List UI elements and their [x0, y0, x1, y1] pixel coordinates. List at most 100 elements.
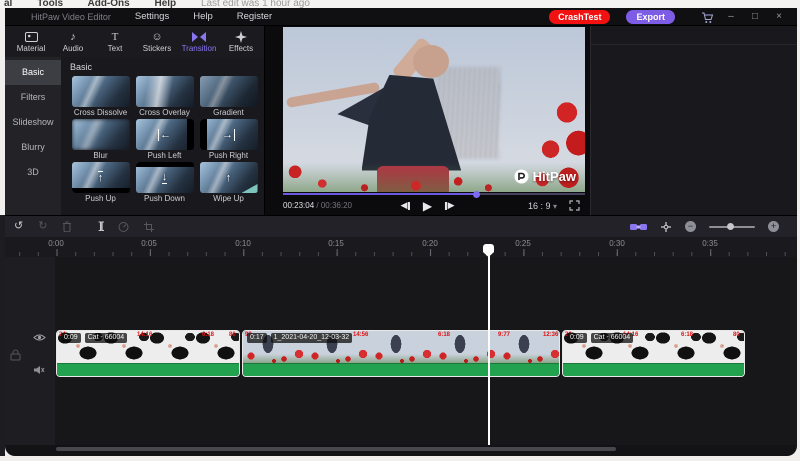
- zoom-slider-knob[interactable]: [727, 223, 734, 230]
- delete-button[interactable]: [62, 221, 72, 232]
- total-time: 00:36:20: [321, 201, 352, 210]
- ruler-label: 0:10: [223, 239, 263, 248]
- ruler-label: 0:20: [410, 239, 450, 248]
- transition-blur[interactable]: Blur: [70, 119, 131, 160]
- transition-push-right[interactable]: → Push Right: [198, 119, 259, 160]
- clip-duration-badge: 0:09: [567, 333, 587, 343]
- category-slideshow[interactable]: Slideshow: [5, 110, 61, 135]
- push-down-arrow-icon: ↓: [136, 162, 194, 193]
- burned-timecode: 80: [229, 332, 236, 339]
- transition-grid: Cross Dissolve Cross Overlay Gradient: [70, 76, 264, 203]
- push-right-arrow-icon: →: [200, 119, 258, 150]
- track-lock-toggle[interactable]: [10, 349, 21, 361]
- zoom-in-button[interactable]: +: [768, 221, 779, 232]
- burned-timecode: 6:18: [681, 332, 693, 339]
- category-basic[interactable]: Basic: [5, 60, 61, 85]
- audio-icon: ♪: [70, 30, 76, 43]
- crashtest-button[interactable]: CrashTest: [549, 10, 610, 24]
- app-title: HitPaw Video Editor: [31, 12, 111, 22]
- menu-register[interactable]: Register: [237, 11, 272, 22]
- zoom-out-button[interactable]: −: [685, 221, 696, 232]
- timeline-zoom-slider[interactable]: [709, 226, 755, 228]
- cart-icon[interactable]: [695, 9, 719, 24]
- close-button[interactable]: ×: [767, 8, 791, 26]
- aspect-ratio-selector[interactable]: 16 : 9 ▾: [528, 201, 557, 211]
- transition-mode-icon[interactable]: [630, 222, 647, 232]
- burned-timecode: 80: [733, 332, 740, 339]
- bg-menu-addons[interactable]: Add-Ons: [87, 0, 129, 8]
- maximize-button[interactable]: □: [743, 8, 767, 26]
- bg-menu-fragment: al: [4, 0, 12, 8]
- timeline-clip-cat-2[interactable]: 30 14:16 6:18 80 0:09 Cat - 66004: [562, 330, 745, 377]
- background-app-menubar: al Tools Add-Ons Help Last edit was 1 ho…: [0, 0, 800, 8]
- timeline-clip-poppy[interactable]: 99 14:56 6:18 9:77 12:36 0:17 1_2021-04-…: [242, 330, 560, 377]
- transition-push-down[interactable]: ↓ Push Down: [134, 162, 195, 203]
- clip-audio-waveform: [57, 363, 239, 376]
- transition-push-left[interactable]: ← Push Left: [134, 119, 195, 160]
- track-visibility-toggle[interactable]: [33, 333, 46, 342]
- stickers-icon: ☺: [151, 30, 162, 43]
- tab-audio[interactable]: ♪ Audio: [52, 26, 94, 57]
- fullscreen-button[interactable]: [569, 200, 580, 211]
- transition-cross-overlay[interactable]: Cross Overlay: [134, 76, 195, 117]
- video-frame: HitPaw: [283, 27, 585, 192]
- export-button[interactable]: Export: [626, 10, 675, 24]
- watermark: HitPaw: [514, 169, 576, 184]
- play-button[interactable]: ▶: [423, 199, 432, 213]
- speed-button[interactable]: [118, 221, 129, 232]
- timeline-clip-cat-1[interactable]: 24 14:16 6:18 80 0:09 Cat - 66004: [56, 330, 240, 377]
- bg-menu-help[interactable]: Help: [154, 0, 176, 8]
- menu-help[interactable]: Help: [193, 11, 213, 22]
- tab-transition[interactable]: Transition: [178, 26, 220, 57]
- next-frame-button[interactable]: ▶: [445, 200, 454, 211]
- minimize-button[interactable]: –: [719, 8, 743, 26]
- section-header: Basic: [70, 62, 264, 72]
- timeline-ruler[interactable]: 0:00 0:05 0:10 0:15 0:20 0:25 0:30 0:35: [5, 237, 797, 257]
- ruler-label: 0:25: [503, 239, 543, 248]
- main-area: Material ♪ Audio T Text ☺ Stickers: [5, 26, 797, 215]
- prev-frame-button[interactable]: ◀: [400, 200, 409, 211]
- category-3d[interactable]: 3D: [5, 160, 61, 185]
- tab-material[interactable]: Material: [10, 26, 52, 57]
- bg-menu-tools[interactable]: Tools: [37, 0, 63, 8]
- burned-timecode: 9:77: [498, 332, 510, 339]
- transition-wipe-up[interactable]: ↑ Wipe Up: [198, 162, 259, 203]
- tab-material-label: Material: [17, 44, 45, 53]
- clip-duration-badge: 0:09: [61, 333, 81, 343]
- menu-settings[interactable]: Settings: [135, 11, 169, 22]
- ruler-label: 0:05: [129, 239, 169, 248]
- left-panel: Material ♪ Audio T Text ☺ Stickers: [5, 26, 265, 215]
- crop-button[interactable]: [144, 222, 154, 232]
- tab-transition-label: Transition: [182, 44, 217, 53]
- caret-down-icon: ▾: [553, 202, 557, 211]
- hitpaw-logo-icon: [514, 169, 529, 184]
- category-filters[interactable]: Filters: [5, 85, 61, 110]
- burned-timecode: 14:16: [137, 332, 152, 339]
- track-mute-toggle[interactable]: [33, 365, 45, 375]
- tab-text[interactable]: T Text: [94, 26, 136, 57]
- clip-duration-badge: 0:17: [247, 333, 267, 343]
- transition-cross-dissolve[interactable]: Cross Dissolve: [70, 76, 131, 117]
- snap-icon[interactable]: [660, 221, 672, 233]
- clip-audio-waveform: [563, 363, 744, 376]
- timeline-view-controls: − +: [630, 221, 779, 233]
- current-time: 00:23:04: [283, 201, 314, 210]
- preview-seekbar[interactable]: [283, 193, 585, 195]
- tab-effects[interactable]: Effects: [220, 26, 262, 57]
- ruler-label: 0:00: [36, 239, 76, 248]
- screen: { "desktop": { "menu_fragment": "al", "m…: [0, 0, 800, 461]
- split-button[interactable]: ][: [98, 221, 103, 232]
- watermark-text: HitPaw: [533, 169, 576, 184]
- wipe-up-arrow-icon: ↑: [200, 162, 258, 193]
- burned-timecode: 6:18: [438, 332, 450, 339]
- undo-button[interactable]: ↺: [14, 221, 23, 232]
- effects-icon: [235, 30, 247, 43]
- media-icon: [25, 30, 38, 43]
- timeline-horizontal-scrollbar[interactable]: [56, 447, 616, 451]
- redo-button[interactable]: ↻: [38, 221, 47, 232]
- playhead-line: [488, 255, 490, 445]
- transition-push-up[interactable]: ↑ Push Up: [70, 162, 131, 203]
- tab-stickers[interactable]: ☺ Stickers: [136, 26, 178, 57]
- category-blurry[interactable]: Blurry: [5, 135, 61, 160]
- transition-gradient[interactable]: Gradient: [198, 76, 259, 117]
